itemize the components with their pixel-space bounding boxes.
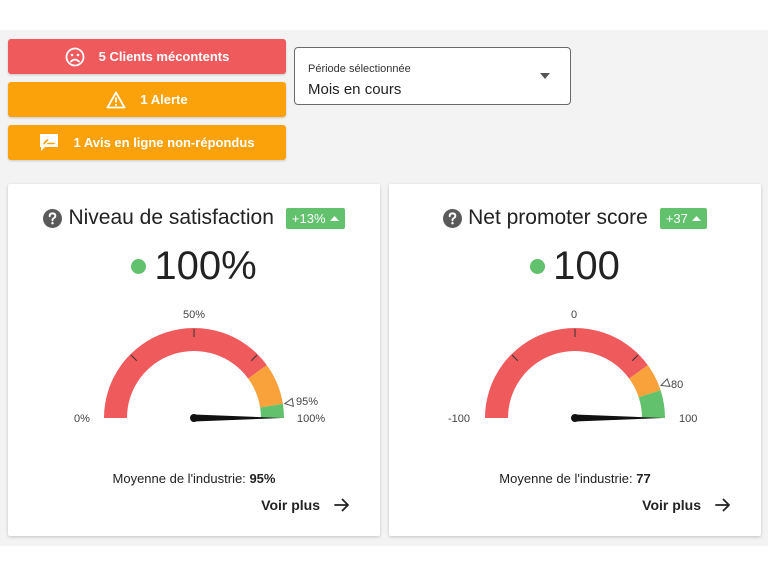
nps-title: Net promoter score (468, 206, 648, 229)
industry-average-label: Moyenne de l'industrie: (112, 471, 246, 486)
gauge-label-mid: 0 (571, 309, 577, 321)
see-more-label: Voir plus (642, 497, 701, 513)
unhappy-clients-label: 5 Clients mécontents (98, 49, 230, 64)
caret-up-icon (691, 215, 701, 221)
see-more-link[interactable]: Voir plus (261, 497, 350, 513)
benchmark-marker-icon (283, 397, 295, 408)
satisfaction-gauge: 0% 50% 95% 100% (74, 309, 325, 425)
benchmark-marker-icon (660, 377, 671, 387)
gauge-label-max: 100 (679, 413, 697, 425)
gauge-label-max: 100% (297, 413, 325, 425)
alerts-label: 1 Alerte (140, 92, 188, 107)
gauge-label-mid: 50% (183, 309, 205, 321)
caret-up-icon (329, 215, 339, 221)
industry-average-value: 95% (249, 471, 276, 486)
gauge-zone-0 (485, 328, 648, 418)
satisfaction-title: Niveau de satisfaction (68, 206, 274, 229)
satisfaction-card: Niveau de satisfaction +13% 100% 0% 50% … (8, 184, 380, 536)
see-more-link[interactable]: Voir plus (642, 497, 731, 513)
unanswered-reviews-button[interactable]: 1 Avis en ligne non-répondus (8, 125, 286, 160)
satisfaction-change-badge: +13% (285, 207, 345, 229)
gauge-label-min: 0% (74, 413, 90, 425)
industry-average-value: 77 (636, 471, 651, 486)
nps-change-badge: +37 (659, 207, 707, 229)
satisfaction-value: 100% (154, 244, 257, 288)
gauge-zone-0 (104, 328, 267, 418)
unanswered-reviews-label: 1 Avis en ligne non-répondus (73, 135, 255, 150)
alerts-button[interactable]: 1 Alerte (8, 82, 286, 117)
gauge-hub (190, 414, 198, 422)
help-icon[interactable] (43, 208, 63, 228)
period-select-value: Mois en cours (308, 81, 402, 98)
help-icon[interactable] (443, 208, 463, 228)
nps-change-value: +37 (665, 210, 688, 226)
nps-gauge: -100 0 80 100 (448, 309, 697, 425)
period-select-label: Période sélectionnée (308, 63, 411, 75)
gauge-hub (571, 414, 579, 422)
arrow-right-icon (334, 498, 349, 512)
nps-value: 100 (553, 244, 620, 288)
gauge-label-min: -100 (448, 413, 470, 425)
unhappy-clients-button[interactable]: 5 Clients mécontents (8, 39, 286, 74)
status-dot (530, 258, 546, 274)
arrow-right-icon (715, 498, 730, 512)
gauge-label-benchmark: 80 (671, 379, 683, 391)
nps-card: Net promoter score +37 100 -100 0 80 100… (389, 184, 761, 536)
gauge-label-benchmark: 95% (296, 396, 318, 408)
period-select[interactable]: Période sélectionnée Mois en cours (294, 47, 571, 105)
dropdown-caret-icon (540, 73, 550, 79)
industry-average: Moyenne de l'industrie: 77 (389, 471, 761, 486)
status-dot (131, 258, 147, 274)
satisfaction-change-value: +13% (291, 210, 326, 226)
industry-average-label: Moyenne de l'industrie: (499, 471, 633, 486)
sad-face-icon (65, 47, 85, 66)
warning-icon (106, 91, 126, 108)
industry-average: Moyenne de l'industrie: 95% (8, 471, 380, 486)
review-comment-icon (40, 134, 59, 151)
see-more-label: Voir plus (261, 497, 320, 513)
